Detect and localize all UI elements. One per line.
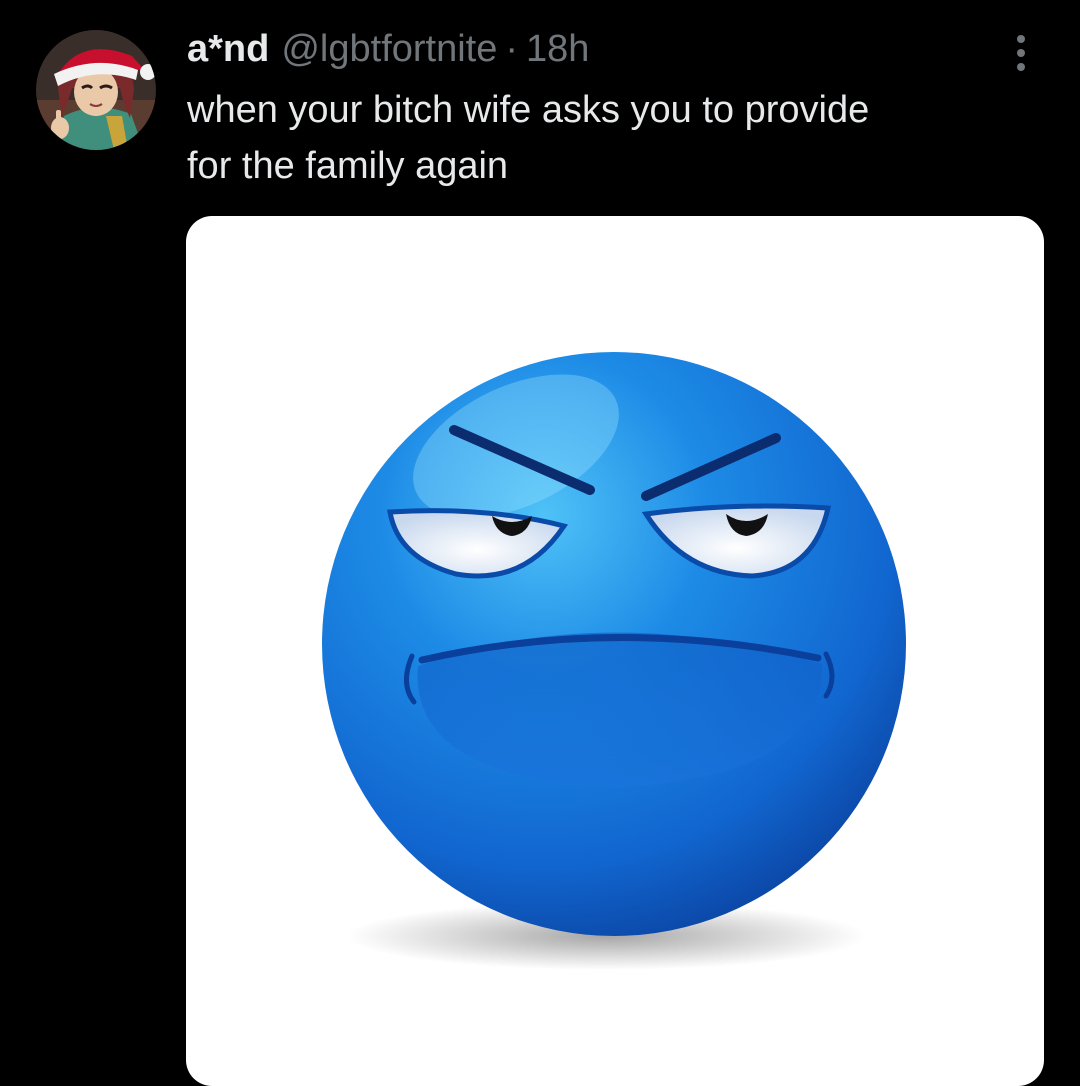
- tweet-timestamp[interactable]: 18h: [526, 24, 589, 74]
- tweet-text: when your bitch wife asks you to provide…: [187, 89, 870, 187]
- tweet[interactable]: a*nd @lgbtfortnite · 18h when your bitch…: [0, 0, 1080, 1086]
- author-display-name[interactable]: a*nd: [187, 24, 269, 74]
- tweet-media[interactable]: [186, 216, 1044, 1086]
- header-separator: ·: [505, 28, 519, 70]
- more-vertical-icon: [1017, 35, 1025, 71]
- cartoon-avatar-santa-hat-icon: [36, 30, 156, 150]
- more-options-button[interactable]: [996, 28, 1046, 78]
- author-handle[interactable]: @lgbtfortnite: [281, 24, 497, 74]
- author-avatar[interactable]: [36, 30, 156, 150]
- tweet-header: a*nd @lgbtfortnite · 18h: [187, 24, 589, 74]
- annoyed-blue-emoji-icon: [322, 352, 906, 970]
